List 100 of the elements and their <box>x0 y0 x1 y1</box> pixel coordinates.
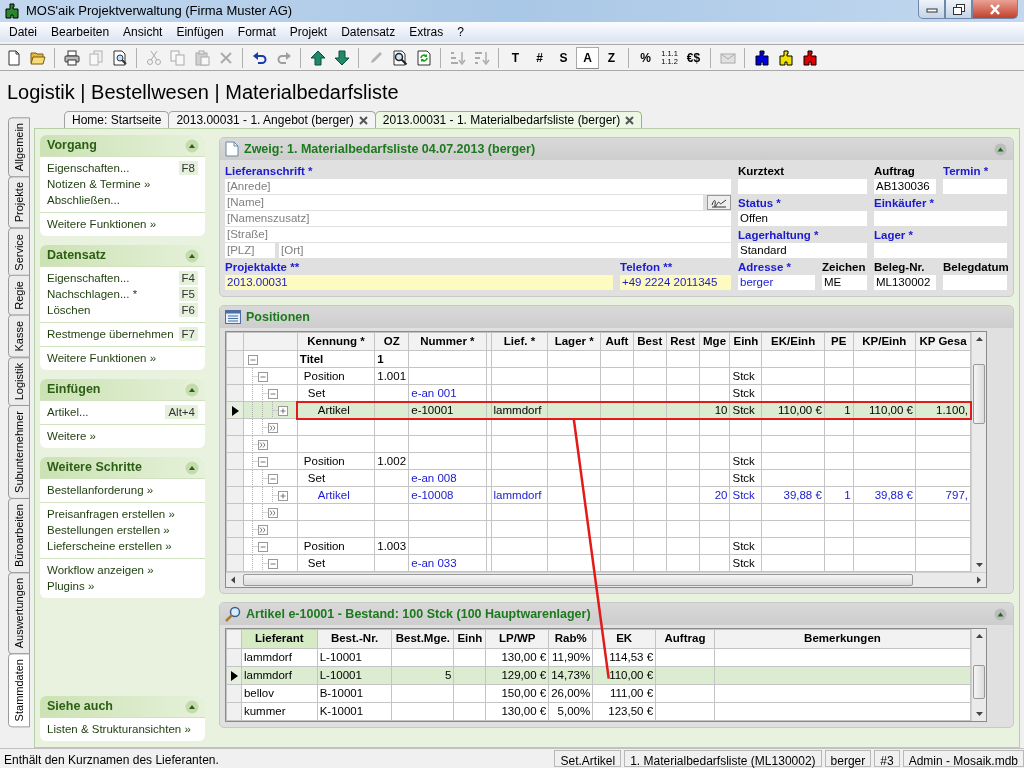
text-field[interactable]: [Namenszusatz] <box>225 211 731 226</box>
toolbar-button[interactable]: A <box>576 46 599 69</box>
menu-item[interactable]: Datensatz <box>334 23 403 41</box>
side-tab[interactable]: Büroarbeiten <box>8 497 30 573</box>
vertical-scrollbar[interactable] <box>971 629 986 721</box>
column-header[interactable]: LP/WP <box>485 629 549 648</box>
task-link[interactable]: Restmenge übernehmen <box>47 326 174 342</box>
toolbar-button[interactable]: # <box>528 46 551 69</box>
collapse-icon[interactable] <box>267 559 278 570</box>
close-icon[interactable] <box>358 115 368 125</box>
close-button[interactable] <box>972 0 1018 19</box>
document-tab[interactable]: Home: Startseite <box>64 111 170 128</box>
menu-item[interactable]: Ansicht <box>116 23 170 41</box>
column-header[interactable]: Auftrag <box>655 629 715 648</box>
print-preview-icon[interactable] <box>111 49 128 66</box>
side-tab[interactable]: Subunternehmer <box>8 405 30 499</box>
text-field[interactable]: Standard <box>738 243 867 258</box>
task-link[interactable]: Listen & Strukturansichten » <box>47 721 191 737</box>
column-header[interactable]: KP Gesa <box>915 332 971 351</box>
collapse-icon[interactable] <box>994 607 1007 621</box>
task-link[interactable]: Preisanfragen erstellen » <box>47 506 175 522</box>
collapse-icon[interactable] <box>267 474 278 485</box>
side-tab[interactable]: Logistik <box>8 356 30 406</box>
expand-icon[interactable] <box>277 491 288 502</box>
text-field[interactable]: +49 2224 2011345 <box>620 275 731 290</box>
task-link[interactable]: Bestellanforderung » <box>47 482 154 498</box>
column-header[interactable]: Einh <box>729 332 762 351</box>
puzzle-piece-icon[interactable] <box>777 49 794 66</box>
collapse-icon[interactable] <box>247 355 258 366</box>
task-link[interactable]: Weitere Funktionen » <box>47 216 157 232</box>
scroll-thumb[interactable] <box>973 364 985 424</box>
text-field[interactable]: ML130002 <box>874 275 936 290</box>
text-field[interactable]: [PLZ] <box>225 243 275 258</box>
column-header[interactable]: Lief. * <box>491 332 548 351</box>
close-icon[interactable] <box>625 115 635 125</box>
column-header[interactable]: EK <box>592 629 656 648</box>
side-tab[interactable]: Service <box>8 227 30 277</box>
collapse-icon[interactable] <box>257 542 268 553</box>
lookup-button[interactable] <box>707 195 731 210</box>
task-link[interactable]: Weitere » <box>47 428 96 444</box>
task-link[interactable]: Nachschlagen... * <box>47 286 138 302</box>
column-header[interactable]: Rab% <box>548 629 593 648</box>
task-link[interactable]: Eigenschaften... <box>47 270 130 286</box>
task-link[interactable]: Löschen <box>47 302 91 318</box>
vertical-scrollbar[interactable] <box>971 332 986 573</box>
column-header[interactable]: Kennung * <box>297 332 375 351</box>
text-field[interactable]: Offen <box>738 211 867 226</box>
side-tab[interactable]: Regie <box>8 275 30 317</box>
column-header[interactable]: Einh <box>453 629 486 648</box>
text-field[interactable]: [Name] <box>225 195 703 210</box>
undo-icon[interactable] <box>251 49 268 66</box>
task-link[interactable]: Weitere Funktionen » <box>47 350 157 366</box>
column-header[interactable]: Lieferant <box>241 629 318 648</box>
side-tab[interactable]: Projekte <box>8 176 30 229</box>
column-header[interactable]: KP/Einh <box>853 332 916 351</box>
collapse-icon[interactable] <box>185 382 199 397</box>
more-icon[interactable] <box>257 525 268 536</box>
scroll-thumb[interactable] <box>243 574 913 587</box>
restore-button[interactable] <box>945 0 972 19</box>
more-icon[interactable] <box>267 423 278 434</box>
puzzle-piece-icon[interactable] <box>753 49 770 66</box>
text-field[interactable] <box>874 211 1007 226</box>
task-link[interactable]: Abschließen... <box>47 192 120 208</box>
horizontal-scrollbar[interactable] <box>226 572 986 588</box>
side-tab[interactable]: Kasse <box>8 315 30 358</box>
column-header[interactable]: Mge <box>699 332 730 351</box>
task-link[interactable]: Lieferscheine erstellen » <box>47 538 172 554</box>
toolbar-button[interactable]: % <box>634 46 657 69</box>
puzzle-piece-icon[interactable] <box>801 49 818 66</box>
side-tab[interactable]: Auswertungen <box>8 571 30 655</box>
expand-icon[interactable] <box>277 406 288 417</box>
text-field[interactable]: ME <box>822 275 867 290</box>
text-field[interactable]: [Straße] <box>225 227 731 242</box>
open-folder-icon[interactable] <box>29 49 46 66</box>
arrow-down-icon[interactable] <box>333 49 350 66</box>
collapse-icon[interactable] <box>994 142 1007 156</box>
new-document-icon[interactable] <box>5 49 22 66</box>
text-field[interactable]: AB130036 <box>874 179 936 194</box>
side-tab[interactable]: Stammdaten <box>8 653 30 728</box>
toolbar-button[interactable]: €$ <box>682 46 705 69</box>
collapse-icon[interactable] <box>185 460 199 475</box>
collapse-icon[interactable] <box>267 389 278 400</box>
text-field[interactable]: berger <box>738 275 815 290</box>
task-link[interactable]: Workflow anzeigen » <box>47 562 154 578</box>
collapse-icon[interactable] <box>185 248 199 263</box>
column-header[interactable]: Auft <box>600 332 634 351</box>
collapse-icon[interactable] <box>185 138 199 153</box>
more-icon[interactable] <box>257 440 268 451</box>
refresh-document-icon[interactable] <box>415 49 432 66</box>
task-link[interactable]: Eigenschaften... <box>47 160 130 176</box>
printer-icon[interactable] <box>63 49 80 66</box>
scroll-thumb[interactable] <box>973 665 985 700</box>
menu-item[interactable]: ? <box>450 23 471 41</box>
column-header[interactable]: Best.Mge. <box>391 629 454 648</box>
collapse-icon[interactable] <box>257 372 268 383</box>
text-field[interactable] <box>943 275 1007 290</box>
menu-item[interactable]: Extras <box>402 23 451 41</box>
menu-item[interactable]: Datei <box>2 23 44 41</box>
toolbar-button[interactable]: S <box>552 46 575 69</box>
column-header[interactable]: PE <box>824 332 854 351</box>
